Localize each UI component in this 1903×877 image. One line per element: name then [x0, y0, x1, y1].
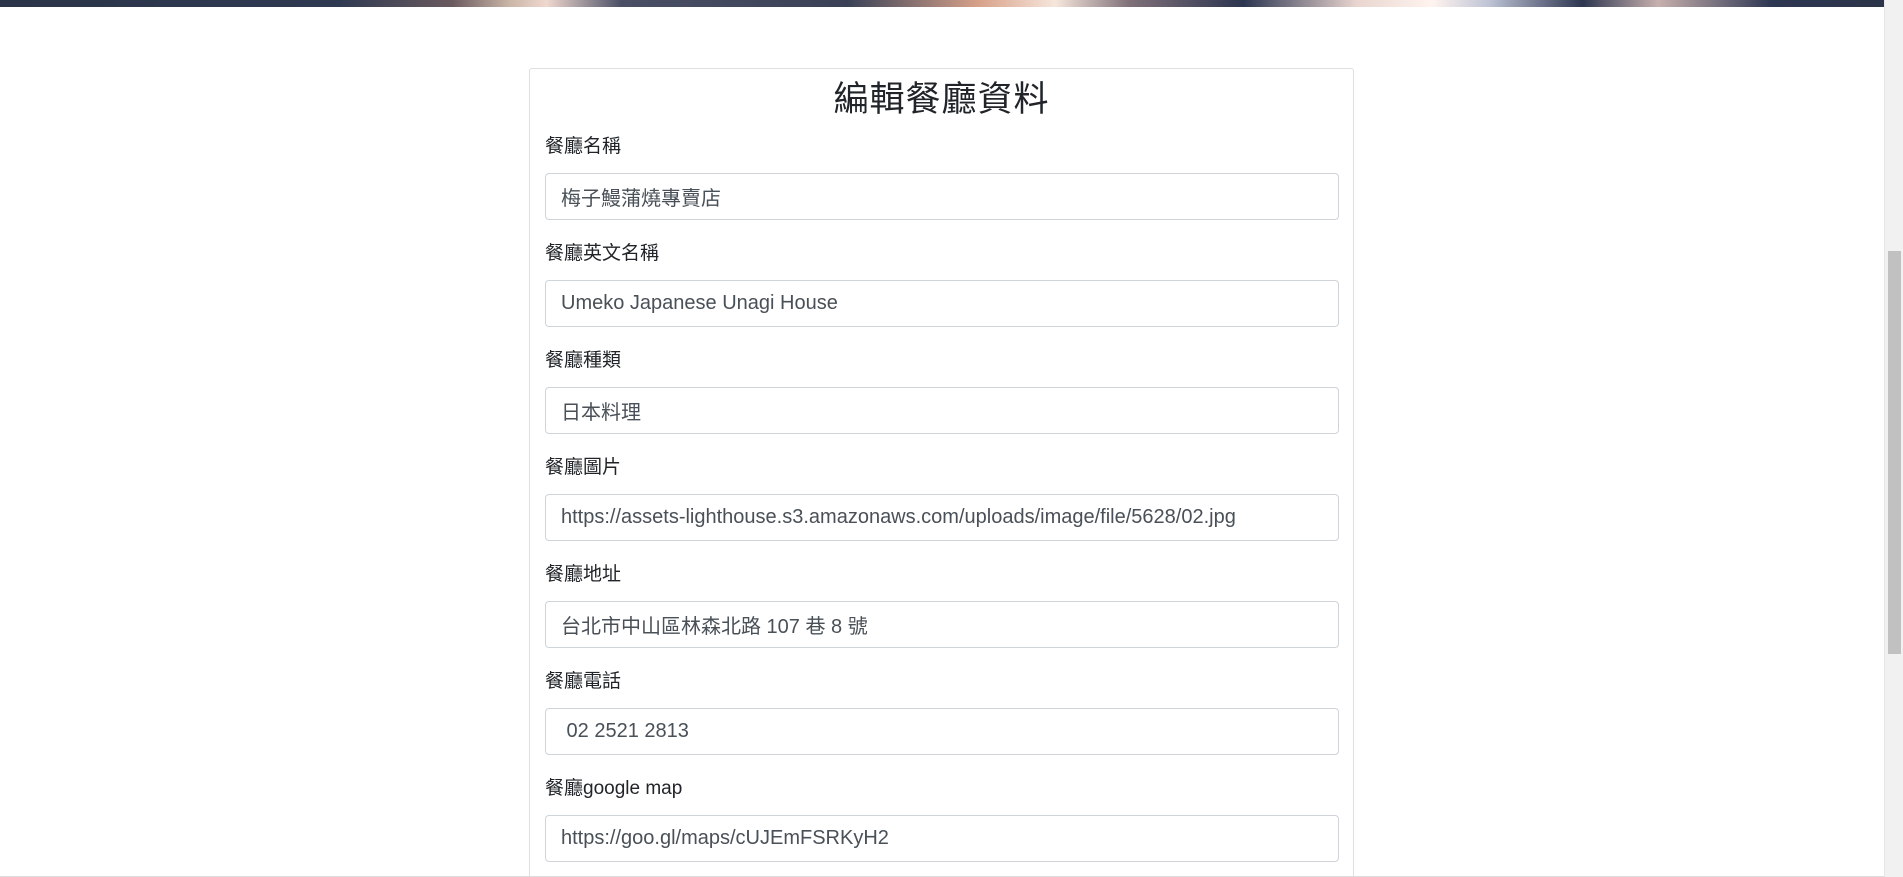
hero-image-strip — [0, 0, 1884, 7]
name-en-input[interactable] — [545, 280, 1339, 327]
field-group-name-en: 餐廳英文名稱 — [545, 242, 1339, 327]
image-url-input[interactable] — [545, 494, 1339, 541]
name-label: 餐廳名稱 — [545, 136, 622, 157]
phone-input[interactable] — [545, 708, 1339, 755]
category-label: 餐廳種類 — [545, 350, 622, 371]
page-viewport: 編輯餐廳資料 餐廳名稱 餐廳英文名稱 餐廳種類 餐廳圖片 餐廳地址 餐廳電話 餐… — [0, 0, 1903, 877]
page-title: 編輯餐廳資料 — [833, 80, 1050, 119]
edit-restaurant-form: 編輯餐廳資料 餐廳名稱 餐廳英文名稱 餐廳種類 餐廳圖片 餐廳地址 餐廳電話 餐… — [529, 68, 1354, 877]
field-group-image: 餐廳圖片 — [545, 456, 1339, 541]
category-input[interactable] — [545, 387, 1339, 434]
google-map-input[interactable] — [545, 815, 1339, 862]
location-label: 餐廳地址 — [545, 564, 622, 585]
image-label: 餐廳圖片 — [545, 457, 622, 478]
field-group-phone: 餐廳電話 — [545, 670, 1339, 755]
name-input[interactable] — [545, 173, 1339, 220]
page-scrollbar[interactable] — [1884, 0, 1903, 877]
name-en-label: 餐廳英文名稱 — [545, 243, 660, 264]
scrollbar-thumb[interactable] — [1888, 251, 1901, 654]
field-group-location: 餐廳地址 — [545, 563, 1339, 648]
google-map-label: 餐廳google map — [545, 778, 683, 799]
phone-label: 餐廳電話 — [545, 671, 622, 692]
location-input[interactable] — [545, 601, 1339, 648]
field-group-google-map: 餐廳google map — [545, 777, 1339, 862]
field-group-category: 餐廳種類 — [545, 349, 1339, 434]
field-group-name: 餐廳名稱 — [545, 135, 1339, 220]
